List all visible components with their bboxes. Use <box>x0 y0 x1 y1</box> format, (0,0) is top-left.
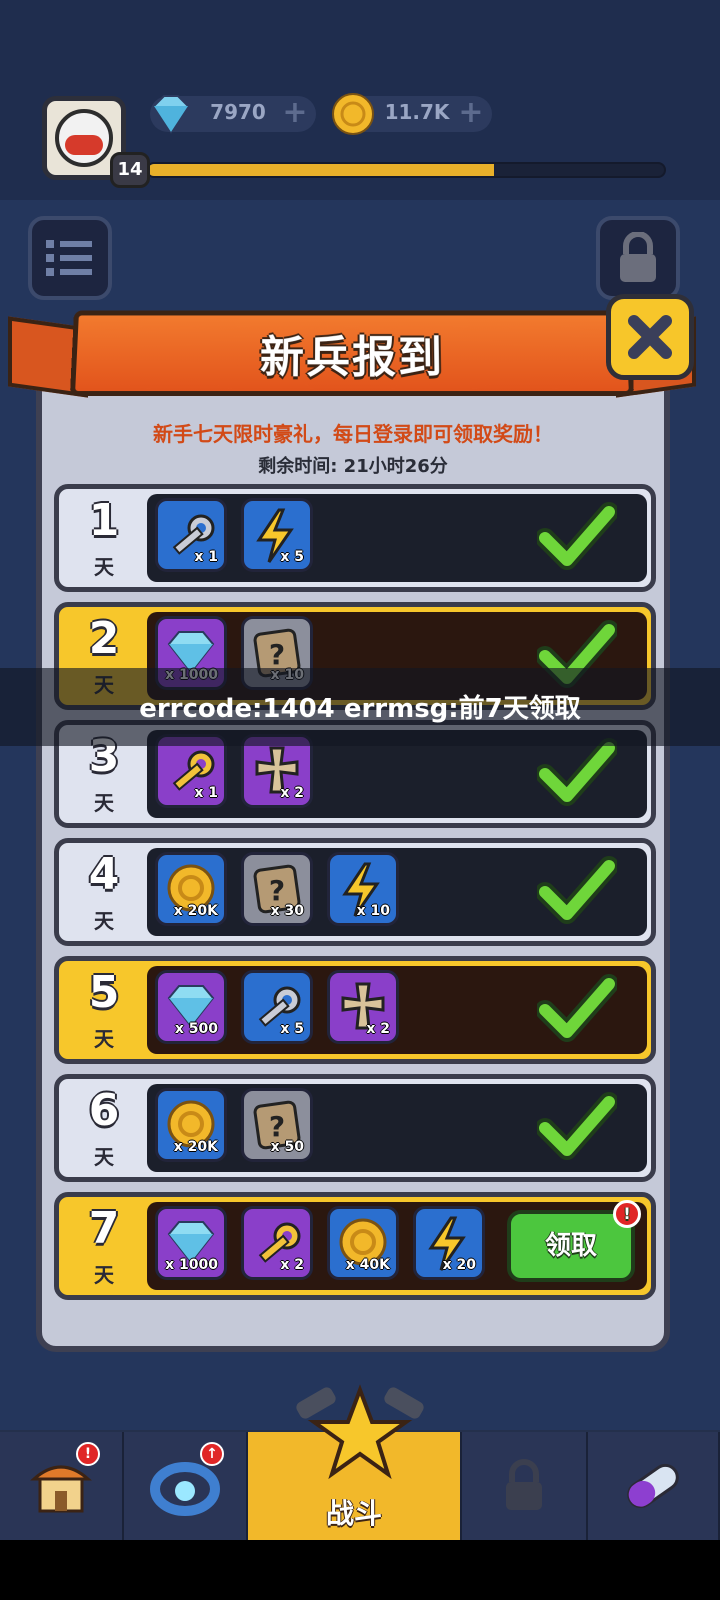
reward-item[interactable]: x 500 <box>155 970 227 1044</box>
add-coins-button[interactable]: + <box>456 98 486 129</box>
reward-quantity: x 1000 <box>165 1257 218 1273</box>
day-number: 5 <box>88 967 120 1018</box>
day-label: 天 <box>94 1145 114 1169</box>
reward-quantity: x 2 <box>366 1021 390 1037</box>
day-number: 1 <box>88 495 120 546</box>
avatar-face-icon <box>55 109 113 167</box>
reward-quantity: x 40K <box>345 1257 390 1273</box>
reward-items: x 1000 x 2 x 40K x 20 <box>155 1206 485 1280</box>
reward-item[interactable]: x 20K <box>155 852 227 926</box>
reward-item[interactable]: x 20K <box>155 1088 227 1162</box>
reward-item[interactable]: x 1000 <box>155 1206 227 1280</box>
nav-potion[interactable] <box>588 1432 720 1540</box>
reward-quantity: x 5 <box>280 1021 304 1037</box>
dialog-title-ribbon: 新兵报到 <box>69 310 635 397</box>
reward-items: x 20K ? x 30 x 10 <box>155 852 399 926</box>
reward-item[interactable]: x 5 <box>241 498 313 572</box>
day-row: 6 天 x 20K ? x 50 <box>54 1074 656 1182</box>
claim-alert-badge: ! <box>613 1200 641 1228</box>
error-toast-text: errcode:1404 errmsg:前7天领取 <box>139 694 581 724</box>
claimed-check-icon <box>537 856 617 924</box>
day-row: 5 天 x 500 x 5 x 2 <box>54 956 656 1064</box>
reward-quantity: x 20 <box>442 1257 476 1273</box>
locked-feature-button[interactable] <box>596 216 680 300</box>
capsule-icon <box>627 1463 679 1509</box>
day-label: 天 <box>94 791 114 815</box>
reward-item[interactable]: x 10 <box>327 852 399 926</box>
gems-value: 7970 <box>210 100 266 124</box>
day-label: 天 <box>94 1263 114 1287</box>
list-icon <box>46 240 92 276</box>
claimed-check-icon <box>537 738 617 806</box>
reward-panel: x 500 x 5 x 2 <box>147 966 647 1054</box>
day-number: 4 <box>88 849 120 900</box>
reward-item[interactable]: x 2 <box>327 970 399 1044</box>
day-label: 天 <box>94 1027 114 1051</box>
claimed-check-icon <box>537 974 617 1042</box>
close-button[interactable] <box>606 294 694 380</box>
coins-counter[interactable]: 11.7K + <box>332 93 492 135</box>
reward-item[interactable]: ? x 50 <box>241 1088 313 1162</box>
reward-panel: x 20K ? x 50 <box>147 1084 647 1172</box>
reward-items: x 1 x 5 <box>155 498 313 572</box>
reward-items: x 20K ? x 50 <box>155 1088 313 1162</box>
claimed-check-icon <box>537 502 617 570</box>
add-gems-button[interactable]: + <box>280 98 310 129</box>
reward-quantity: x 50 <box>270 1139 304 1155</box>
reward-quantity: x 20K <box>173 1139 218 1155</box>
battle-star-icon <box>296 1384 424 1480</box>
day-number: 2 <box>88 613 120 664</box>
claimed-check-icon <box>537 1092 617 1160</box>
reward-quantity: x 1 <box>194 549 218 565</box>
reward-item[interactable]: x 20 <box>413 1206 485 1280</box>
day-row: 1 天 x 1 x 5 <box>54 484 656 592</box>
coin-icon <box>332 93 374 135</box>
reward-panel: x 1 x 5 <box>147 494 647 582</box>
day-number: 7 <box>88 1203 120 1254</box>
coins-value: 11.7K <box>384 100 450 124</box>
reward-quantity: x 2 <box>280 785 304 801</box>
reward-quantity: x 20K <box>173 903 218 919</box>
claim-button[interactable]: 领取! <box>507 1200 641 1282</box>
reward-quantity: x 1 <box>194 785 218 801</box>
nav-locked-1[interactable] <box>462 1432 588 1540</box>
reward-quantity: x 30 <box>270 903 304 919</box>
nav-shop[interactable]: ! <box>0 1432 124 1540</box>
day-row: 4 天 x 20K ? x 30 x 10 <box>54 838 656 946</box>
system-bar <box>0 1540 720 1600</box>
nav-equipment[interactable]: ↑ <box>124 1432 248 1540</box>
day-row: 7 天 x 1000 x 2 x 40K x 20 领取! <box>54 1192 656 1300</box>
lock-icon <box>506 1459 542 1510</box>
day-number: 6 <box>88 1085 120 1136</box>
reward-quantity: x 5 <box>280 549 304 565</box>
menu-button[interactable] <box>28 216 112 300</box>
remaining-time: 剩余时间: 21小时26分 <box>258 456 448 477</box>
day-label: 天 <box>94 909 114 933</box>
close-icon <box>628 315 672 359</box>
dialog-subtitle: 新手七天限时豪礼，每日登录即可领取奖励！ <box>153 422 553 446</box>
reward-item[interactable]: x 5 <box>241 970 313 1044</box>
shop-alert-badge: ! <box>76 1442 100 1466</box>
gem-icon <box>152 95 190 134</box>
reward-panel: x 1000 x 2 x 40K x 20 领取! <box>147 1200 647 1290</box>
reward-quantity: x 10 <box>356 903 390 919</box>
reward-item[interactable]: x 1 <box>155 498 227 572</box>
day-label: 天 <box>94 555 114 579</box>
reward-item[interactable]: x 2 <box>241 1206 313 1280</box>
xp-progress-bar <box>146 162 666 178</box>
reward-item[interactable]: x 40K <box>327 1206 399 1280</box>
lock-icon <box>620 232 656 282</box>
reward-panel: x 20K ? x 30 x 10 <box>147 848 647 936</box>
claim-label: 领取 <box>544 1231 597 1261</box>
level-badge: 14 <box>110 152 150 188</box>
gems-counter[interactable]: 7970 + <box>150 95 316 134</box>
upgrade-badge: ↑ <box>200 1442 224 1466</box>
reward-quantity: x 500 <box>174 1021 218 1037</box>
reward-quantity: x 2 <box>280 1257 304 1273</box>
reward-items: x 500 x 5 x 2 <box>155 970 399 1044</box>
reward-item[interactable]: ? x 30 <box>241 852 313 926</box>
error-toast: errcode:1404 errmsg:前7天领取 <box>0 668 720 746</box>
xp-progress-fill <box>148 164 494 176</box>
dialog-title: 新兵报到 <box>259 332 445 383</box>
